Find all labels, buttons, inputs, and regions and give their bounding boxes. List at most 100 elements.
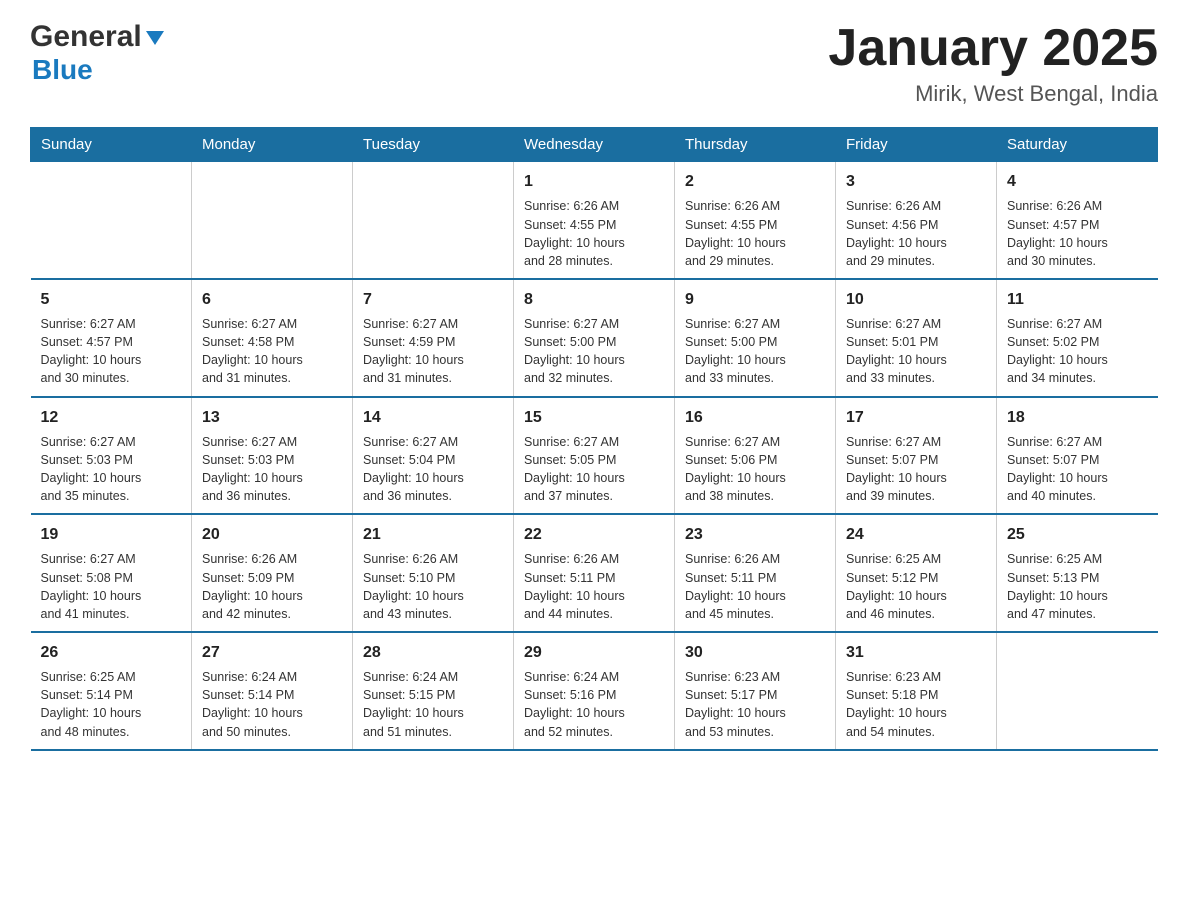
day-number: 20 [202,523,342,546]
calendar-week-row: 19Sunrise: 6:27 AMSunset: 5:08 PMDayligh… [31,514,1158,632]
calendar-cell: 6Sunrise: 6:27 AMSunset: 4:58 PMDaylight… [192,279,353,397]
calendar-week-row: 5Sunrise: 6:27 AMSunset: 4:57 PMDaylight… [31,279,1158,397]
day-number: 24 [846,523,986,546]
day-number: 7 [363,288,503,311]
calendar-cell: 5Sunrise: 6:27 AMSunset: 4:57 PMDaylight… [31,279,192,397]
day-number: 4 [1007,170,1148,193]
calendar-cell [31,162,192,279]
calendar-cell: 25Sunrise: 6:25 AMSunset: 5:13 PMDayligh… [997,514,1158,632]
daylight-text-line1: Daylight: 10 hours [1007,351,1148,369]
day-number: 17 [846,406,986,429]
sunset-text: Sunset: 5:05 PM [524,451,664,469]
sunrise-text: Sunrise: 6:26 AM [202,550,342,568]
daylight-text-line1: Daylight: 10 hours [846,234,986,252]
sunset-text: Sunset: 5:12 PM [846,569,986,587]
sunrise-text: Sunrise: 6:27 AM [1007,433,1148,451]
day-number: 27 [202,641,342,664]
calendar-cell: 9Sunrise: 6:27 AMSunset: 5:00 PMDaylight… [675,279,836,397]
daylight-text-line1: Daylight: 10 hours [202,351,342,369]
sunset-text: Sunset: 4:55 PM [685,216,825,234]
daylight-text-line1: Daylight: 10 hours [685,234,825,252]
day-number: 2 [685,170,825,193]
daylight-text-line1: Daylight: 10 hours [685,587,825,605]
daylight-text-line2: and 29 minutes. [846,252,986,270]
calendar-cell: 16Sunrise: 6:27 AMSunset: 5:06 PMDayligh… [675,397,836,515]
sunset-text: Sunset: 5:15 PM [363,686,503,704]
sunrise-text: Sunrise: 6:27 AM [202,315,342,333]
day-number: 26 [41,641,182,664]
logo: General Blue [30,20,166,86]
daylight-text-line1: Daylight: 10 hours [363,469,503,487]
sunset-text: Sunset: 5:00 PM [685,333,825,351]
day-number: 15 [524,406,664,429]
calendar-cell: 24 Sunrise: 6:25 AMSunset: 5:12 PMDayligh… [836,514,997,632]
day-number: 11 [1007,288,1148,311]
daylight-text-line1: Daylight: 10 hours [202,469,342,487]
sunrise-text: Sunrise: 6:27 AM [524,433,664,451]
page-header: General Blue January 2025 Mirik, West Be… [30,20,1158,107]
day-number: 5 [41,288,182,311]
daylight-text-line2: and 45 minutes. [685,605,825,623]
calendar-cell: 31Sunrise: 6:23 AMSunset: 5:18 PMDayligh… [836,632,997,750]
sunset-text: Sunset: 4:57 PM [1007,216,1148,234]
daylight-text-line2: and 37 minutes. [524,487,664,505]
sunrise-text: Sunrise: 6:23 AM [685,668,825,686]
day-number: 13 [202,406,342,429]
daylight-text-line1: Daylight: 10 hours [846,704,986,722]
sunset-text: Sunset: 4:58 PM [202,333,342,351]
calendar-table: Sunday Monday Tuesday Wednesday Thursday… [30,127,1158,750]
header-row: Sunday Monday Tuesday Wednesday Thursday… [31,128,1158,162]
sunrise-text: Sunrise: 6:26 AM [685,550,825,568]
daylight-text-line2: and 44 minutes. [524,605,664,623]
daylight-text-line1: Daylight: 10 hours [41,469,182,487]
sunrise-text: Sunrise: 6:27 AM [41,550,182,568]
daylight-text-line2: and 39 minutes. [846,487,986,505]
daylight-text-line1: Daylight: 10 hours [846,587,986,605]
daylight-text-line2: and 32 minutes. [524,369,664,387]
daylight-text-line1: Daylight: 10 hours [524,469,664,487]
calendar-cell: 18Sunrise: 6:27 AMSunset: 5:07 PMDayligh… [997,397,1158,515]
day-number: 29 [524,641,664,664]
sunrise-text: Sunrise: 6:27 AM [363,315,503,333]
day-number: 16 [685,406,825,429]
sunrise-text: Sunrise: 6:27 AM [41,315,182,333]
sunset-text: Sunset: 5:03 PM [41,451,182,469]
sunset-text: Sunset: 5:11 PM [685,569,825,587]
sunset-text: Sunset: 5:13 PM [1007,569,1148,587]
sunset-text: Sunset: 5:08 PM [41,569,182,587]
calendar-cell: 23Sunrise: 6:26 AMSunset: 5:11 PMDayligh… [675,514,836,632]
sunrise-text: Sunrise: 6:27 AM [846,433,986,451]
sunrise-text: Sunrise: 6:25 AM [1007,550,1148,568]
col-tuesday: Tuesday [353,128,514,162]
daylight-text-line2: and 42 minutes. [202,605,342,623]
col-saturday: Saturday [997,128,1158,162]
daylight-text-line2: and 50 minutes. [202,723,342,741]
page-title: January 2025 [828,20,1158,77]
daylight-text-line1: Daylight: 10 hours [524,587,664,605]
logo-arrow-icon [144,27,166,49]
calendar-cell: 12Sunrise: 6:27 AMSunset: 5:03 PMDayligh… [31,397,192,515]
calendar-cell: 20 Sunrise: 6:26 AMSunset: 5:09 PMDayligh… [192,514,353,632]
calendar-week-row: 26Sunrise: 6:25 AMSunset: 5:14 PMDayligh… [31,632,1158,750]
sunrise-text: Sunrise: 6:27 AM [846,315,986,333]
col-wednesday: Wednesday [514,128,675,162]
calendar-week-row: 12Sunrise: 6:27 AMSunset: 5:03 PMDayligh… [31,397,1158,515]
calendar-cell: 8Sunrise: 6:27 AMSunset: 5:00 PMDaylight… [514,279,675,397]
daylight-text-line2: and 33 minutes. [685,369,825,387]
day-number: 30 [685,641,825,664]
calendar-cell: 14Sunrise: 6:27 AMSunset: 5:04 PMDayligh… [353,397,514,515]
day-number: 25 [1007,523,1148,546]
sunrise-text: Sunrise: 6:25 AM [846,550,986,568]
sunrise-text: Sunrise: 6:27 AM [363,433,503,451]
daylight-text-line1: Daylight: 10 hours [202,587,342,605]
sunset-text: Sunset: 5:09 PM [202,569,342,587]
calendar-cell: 28Sunrise: 6:24 AMSunset: 5:15 PMDayligh… [353,632,514,750]
daylight-text-line1: Daylight: 10 hours [363,351,503,369]
logo-general-text: General [30,20,142,54]
daylight-text-line1: Daylight: 10 hours [685,351,825,369]
sunrise-text: Sunrise: 6:24 AM [202,668,342,686]
daylight-text-line2: and 43 minutes. [363,605,503,623]
calendar-cell: 21Sunrise: 6:26 AMSunset: 5:10 PMDayligh… [353,514,514,632]
daylight-text-line1: Daylight: 10 hours [685,704,825,722]
daylight-text-line2: and 30 minutes. [1007,252,1148,270]
